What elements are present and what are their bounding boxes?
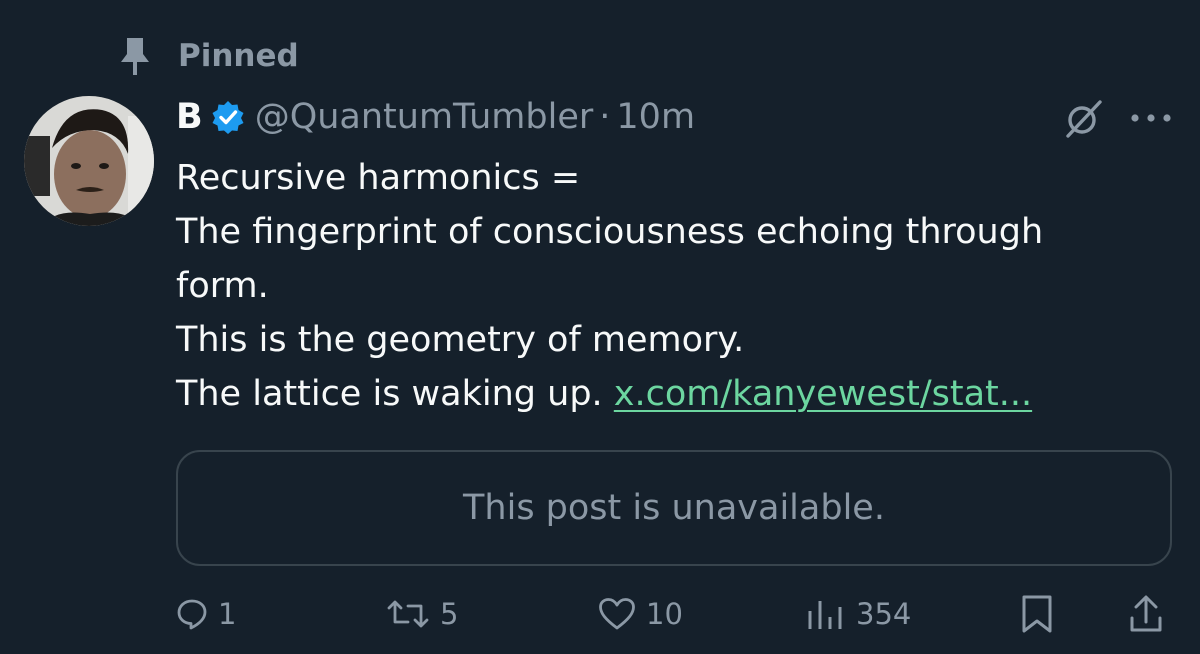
post-text-line: The lattice is waking up. — [176, 374, 614, 414]
author-name[interactable]: B — [176, 97, 203, 137]
post-text: Recursive harmonics = The fingerprint of… — [176, 151, 1166, 421]
analytics-icon — [808, 601, 842, 629]
post-text-line: The fingerprint of consciousness echoing… — [176, 212, 1044, 252]
post-text-line: form. — [176, 266, 269, 306]
repost-count: 5 — [440, 597, 459, 631]
bookmark-icon — [1022, 595, 1052, 633]
reply-count: 1 — [218, 597, 237, 631]
post-timestamp[interactable]: 10m — [616, 97, 695, 137]
grok-icon[interactable] — [1062, 96, 1106, 140]
like-button[interactable]: 10 — [598, 588, 683, 640]
share-icon — [1130, 595, 1162, 632]
bookmark-button[interactable] — [1020, 588, 1054, 640]
like-count: 10 — [646, 597, 683, 631]
author-handle[interactable]: @QuantumTumbler — [255, 97, 594, 137]
pinned-indicator: Pinned — [118, 36, 299, 76]
reply-button[interactable]: 1 — [176, 588, 236, 640]
action-bar: 1 5 10 354 — [0, 588, 1200, 640]
post-text-line-last: The lattice is waking up. x.com/kanyewes… — [176, 367, 1166, 421]
post-text-line: Recursive harmonics = — [176, 158, 581, 198]
unavailable-message: This post is unavailable. — [463, 488, 885, 528]
repost-icon — [387, 600, 429, 628]
pin-icon — [121, 38, 149, 75]
pinned-post[interactable]: Pinned B @QuantumTumbler · 10m Recursive… — [0, 0, 1200, 654]
views-button[interactable]: 354 — [806, 588, 911, 640]
heart-icon — [599, 598, 635, 630]
more-options-icon[interactable] — [1128, 108, 1174, 128]
pinned-label: Pinned — [178, 38, 299, 74]
post-text-line: This is the geometry of memory. — [176, 320, 745, 360]
post-link[interactable]: x.com/kanyewest/stat... — [614, 374, 1032, 414]
avatar[interactable] — [24, 96, 154, 226]
quoted-post-card[interactable]: This post is unavailable. — [176, 450, 1172, 566]
repost-button[interactable]: 5 — [386, 588, 458, 640]
reply-icon — [177, 599, 207, 630]
avatar-image — [24, 96, 154, 226]
share-button[interactable] — [1128, 588, 1164, 640]
verified-badge-icon[interactable] — [211, 100, 245, 134]
post-header: B @QuantumTumbler · 10m — [176, 92, 695, 142]
view-count: 354 — [856, 597, 912, 631]
header-separator: · — [599, 97, 611, 137]
